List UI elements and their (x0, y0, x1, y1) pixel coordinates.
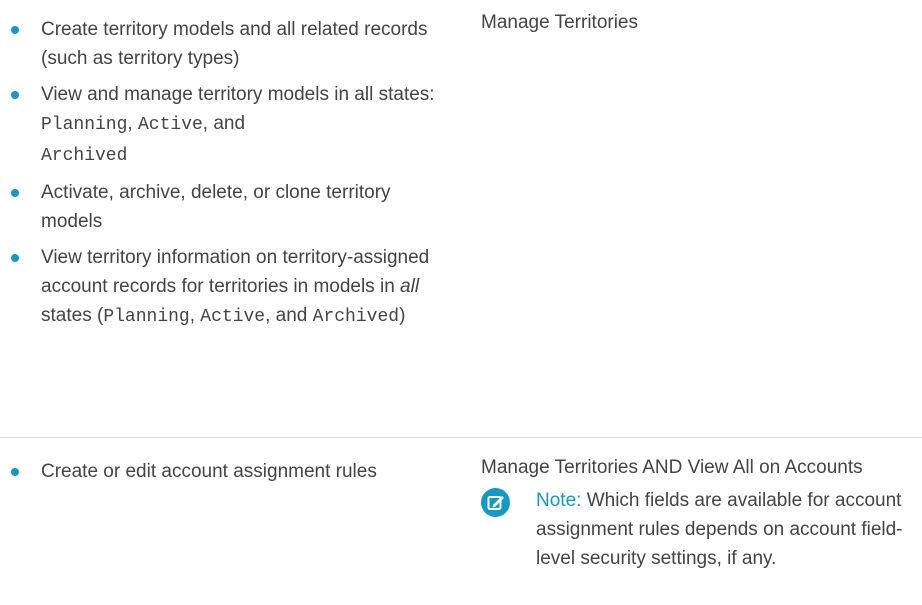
capability-text: View territory information on territory-… (41, 247, 430, 327)
capability-text: Create or edit account assignment rules (41, 461, 377, 482)
permission-cell: Manage Territories (481, 9, 922, 36)
state-archived: Archived (41, 146, 128, 166)
state-active: Active (200, 307, 266, 327)
note-label: Note: (536, 490, 582, 511)
state-planning: Planning (41, 115, 128, 135)
bullet-icon (11, 91, 19, 99)
list-item: View territory information on territory-… (0, 243, 456, 332)
list-item: Create or edit account assignment rules (0, 457, 456, 486)
emphasis-all: all (400, 276, 420, 297)
capabilities-cell: Create territory models and all related … (0, 15, 460, 339)
note-text: Note: Which fields are available for acc… (536, 486, 922, 573)
bullet-icon (11, 254, 19, 262)
note-body: Which fields are available for account a… (536, 490, 903, 569)
capability-text: Create territory models and all related … (41, 19, 428, 69)
list-item: View and manage territory models in all … (0, 80, 456, 171)
state-planning: Planning (103, 307, 190, 327)
table-row: Create or edit account assignment rules … (0, 437, 922, 605)
capability-text: View and manage territory models in all … (41, 84, 435, 166)
list-item: Activate, archive, delete, or clone terr… (0, 178, 456, 236)
bullet-icon (11, 468, 19, 476)
table-row: Create territory models and all related … (0, 0, 922, 437)
capability-list: Create territory models and all related … (0, 15, 460, 332)
permission-text: Manage Territories (481, 12, 639, 33)
state-active: Active (137, 115, 203, 135)
bullet-icon (11, 189, 19, 197)
bullet-icon (11, 26, 19, 34)
capability-text: Activate, archive, delete, or clone terr… (41, 182, 391, 232)
capability-list: Create or edit account assignment rules (0, 457, 460, 486)
list-item: Create territory models and all related … (0, 15, 456, 73)
permission-text: Manage Territories AND View All on Accou… (481, 457, 863, 478)
state-archived: Archived (312, 307, 400, 327)
capabilities-cell: Create or edit account assignment rules (0, 457, 460, 493)
edit-note-icon (481, 488, 510, 517)
permission-cell: Manage Territories AND View All on Accou… (481, 454, 922, 481)
